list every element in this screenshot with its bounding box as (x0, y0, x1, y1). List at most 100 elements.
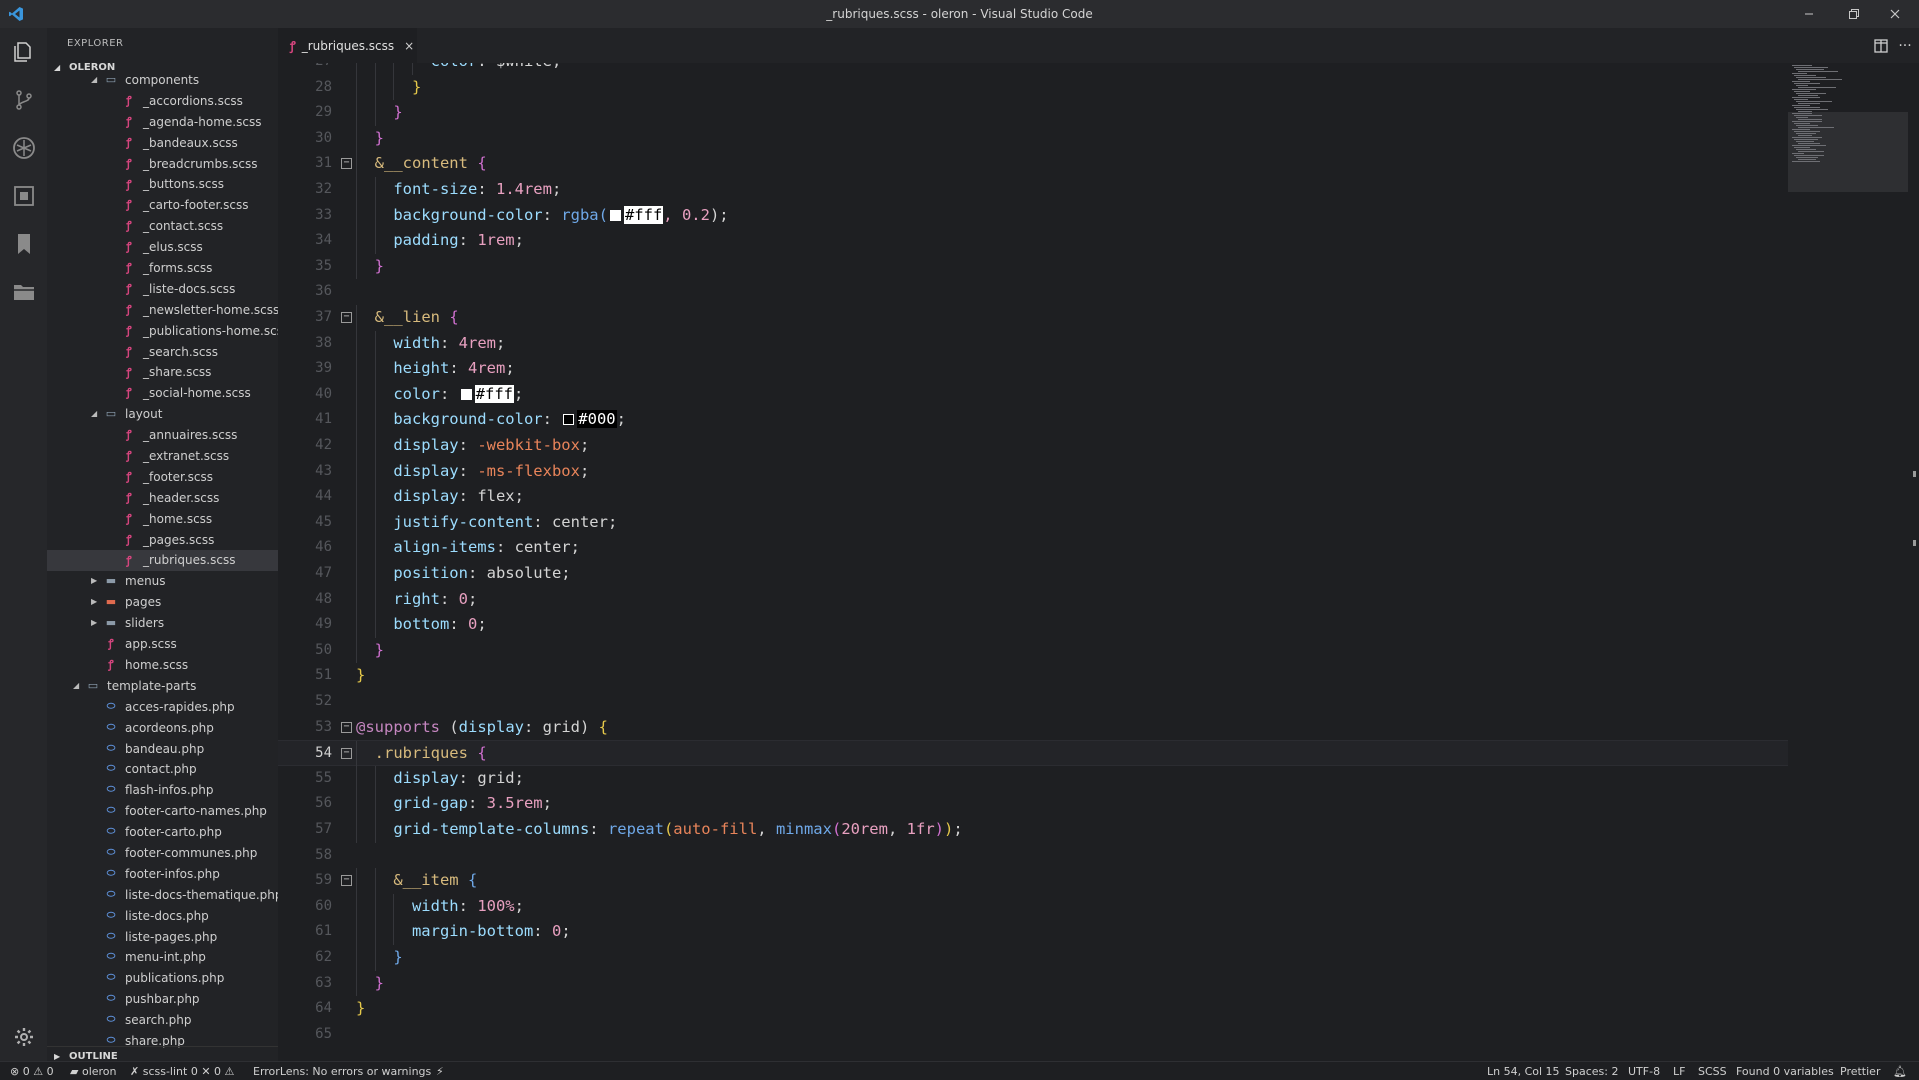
file-item[interactable]: ⬭ publications.php (47, 968, 278, 989)
indent-guide (356, 535, 357, 561)
tree-item-label: footer-carto-names.php (125, 804, 267, 819)
folder-item[interactable]: ◢ ▭ layout (47, 404, 278, 425)
activity-extensions[interactable] (0, 172, 47, 220)
file-item[interactable]: ⬭ bandeau.php (47, 739, 278, 760)
fold-collapse-icon[interactable]: − (341, 158, 352, 170)
file-item[interactable]: ꝭ _rubriques.scss (47, 550, 278, 572)
code-token: 100% (477, 896, 515, 915)
activity-debug[interactable] (0, 124, 47, 172)
file-item[interactable]: ꝭ _search.scss (47, 342, 278, 363)
code-editor[interactable]: 27color: $white;28}29}30}31−&__content {… (278, 63, 1919, 1061)
file-item[interactable]: ꝭ _newsletter-home.scss (47, 300, 278, 321)
fold-collapse-icon[interactable]: − (341, 312, 352, 323)
fold-collapse-icon[interactable]: − (341, 748, 352, 760)
file-item[interactable]: ꝭ _social-home.scss (47, 383, 278, 404)
file-item[interactable]: ⬭ acordeons.php (47, 718, 278, 739)
activity-source-control[interactable] (0, 76, 47, 124)
code-line: 32 font-size: 1.4rem; (278, 177, 1788, 203)
outline-section[interactable]: ▶ OUTLINE (47, 1046, 278, 1061)
color-value: #fff (474, 384, 514, 403)
minimap-line (1796, 133, 1816, 134)
eol-setting[interactable]: LF (1673, 1065, 1685, 1078)
code-text: } (375, 254, 384, 280)
fold-collapse-icon[interactable]: − (341, 721, 352, 733)
language-mode[interactable]: SCSS (1698, 1065, 1727, 1078)
workspace-folder-indicator[interactable]: ▰ oleron (70, 1065, 117, 1078)
file-item[interactable]: ꝭ _pages.scss (47, 530, 278, 551)
folder-item[interactable]: ▶ ▬ pages (47, 592, 278, 613)
editor-scrollbar[interactable] (1910, 63, 1919, 1061)
file-item[interactable]: ⬭ footer-carto-names.php (47, 801, 278, 822)
minimize-button[interactable] (1794, 4, 1824, 24)
minimap-line (1794, 83, 1820, 84)
tab-close-icon[interactable]: × (404, 39, 414, 53)
file-item[interactable]: ꝭ _extranet.scss (47, 446, 278, 467)
color-swatch (609, 209, 621, 221)
formatter-status[interactable]: Prettier (1840, 1065, 1880, 1078)
folder-item[interactable]: ▶ ▬ menus (47, 571, 278, 592)
cursor-position[interactable]: Ln 54, Col 15 (1487, 1065, 1560, 1078)
problems-indicator[interactable]: ⊗ 0 ⚠ 0 (10, 1065, 54, 1078)
file-item[interactable]: ꝭ _breadcrumbs.scss (47, 154, 278, 175)
file-item[interactable]: ⬭ search.php (47, 1010, 278, 1031)
file-item[interactable]: ꝭ _header.scss (47, 488, 278, 509)
file-item[interactable]: ⬭ pushbar.php (47, 989, 278, 1010)
minimap-line (1792, 121, 1822, 122)
file-item[interactable]: ꝭ _agenda-home.scss (47, 112, 278, 133)
file-item[interactable]: ꝭ _home.scss (47, 509, 278, 530)
minimap-line (1798, 151, 1824, 152)
window-title: _rubriques.scss - oleron - Visual Studio… (826, 7, 1093, 21)
file-item[interactable]: ꝭ _publications-home.scss (47, 321, 278, 342)
file-item[interactable]: ꝭ app.scss (47, 634, 278, 655)
file-item[interactable]: ⬭ acces-rapides.php (47, 697, 278, 718)
file-item[interactable]: ⬭ footer-infos.php (47, 864, 278, 885)
encoding-setting[interactable]: UTF-8 (1628, 1065, 1660, 1078)
code-token: align-items (393, 538, 496, 557)
folder-item[interactable]: ▶ ▬ sliders (47, 613, 278, 634)
file-item[interactable]: ꝭ _buttons.scss (47, 174, 278, 195)
activity-bookmarks[interactable] (0, 220, 47, 268)
close-window-button[interactable] (1880, 4, 1910, 24)
notification-bell-icon[interactable]: 🔔︎ (1893, 1065, 1907, 1078)
file-item[interactable]: ⬭ flash-infos.php (47, 780, 278, 801)
folder-item[interactable]: ◢ ▭ components (47, 70, 278, 91)
indentation-setting[interactable]: Spaces: 2 (1565, 1065, 1618, 1078)
file-item[interactable]: ⬭ menu-int.php (47, 947, 278, 968)
minimap-line (1796, 69, 1824, 70)
php-file-icon: ⬭ (106, 763, 116, 775)
file-item[interactable]: ꝭ _carto-footer.scss (47, 195, 278, 216)
minimap-line (1796, 77, 1826, 78)
scss-lint-indicator[interactable]: ✗ scss-lint 0 ✕ 0 ⚠ (130, 1065, 234, 1078)
file-item[interactable]: ꝭ _elus.scss (47, 237, 278, 258)
file-item[interactable]: ⬭ liste-pages.php (47, 927, 278, 948)
restore-button[interactable] (1839, 4, 1869, 24)
fold-collapse-icon[interactable]: − (341, 875, 352, 887)
file-item[interactable]: ꝭ _contact.scss (47, 216, 278, 237)
file-item[interactable]: ꝭ _share.scss (47, 362, 278, 383)
file-item[interactable]: ꝭ _liste-docs.scss (47, 279, 278, 300)
lightning-icon[interactable]: ⚡ (436, 1065, 444, 1078)
file-item[interactable]: ⬭ footer-communes.php (47, 843, 278, 864)
indent-guide (374, 458, 376, 485)
file-item[interactable]: ꝭ _forms.scss (47, 258, 278, 279)
activity-project-manager[interactable] (0, 268, 47, 316)
tab-rubriques-scss[interactable]: ꝭ _rubriques.scss × (278, 28, 417, 63)
file-item[interactable]: ⬭ liste-docs.php (47, 906, 278, 927)
minimap[interactable] (1788, 63, 1908, 1061)
file-item[interactable]: ꝭ home.scss (47, 655, 278, 676)
file-item[interactable]: ⬭ contact.php (47, 759, 278, 780)
file-item[interactable]: ⬭ footer-carto.php (47, 822, 278, 843)
errorlens-status[interactable]: ErrorLens: No errors or warnings (253, 1065, 431, 1078)
more-actions-button[interactable]: ··· (1895, 36, 1915, 56)
file-item[interactable]: ⬭ liste-docs-thematique.php (47, 885, 278, 906)
file-item[interactable]: ꝭ _annuaires.scss (47, 425, 278, 446)
file-item[interactable]: ꝭ _footer.scss (47, 467, 278, 488)
file-item[interactable]: ꝭ _accordions.scss (47, 91, 278, 112)
variables-status[interactable]: Found 0 variables (1736, 1065, 1834, 1078)
file-item[interactable]: ꝭ _bandeaux.scss (47, 133, 278, 154)
activity-settings[interactable] (0, 1013, 47, 1061)
split-editor-button[interactable] (1871, 36, 1891, 56)
minimap-viewport[interactable] (1788, 112, 1908, 192)
folder-item[interactable]: ◢ ▭ template-parts (47, 676, 278, 697)
activity-explorer[interactable] (0, 28, 47, 76)
